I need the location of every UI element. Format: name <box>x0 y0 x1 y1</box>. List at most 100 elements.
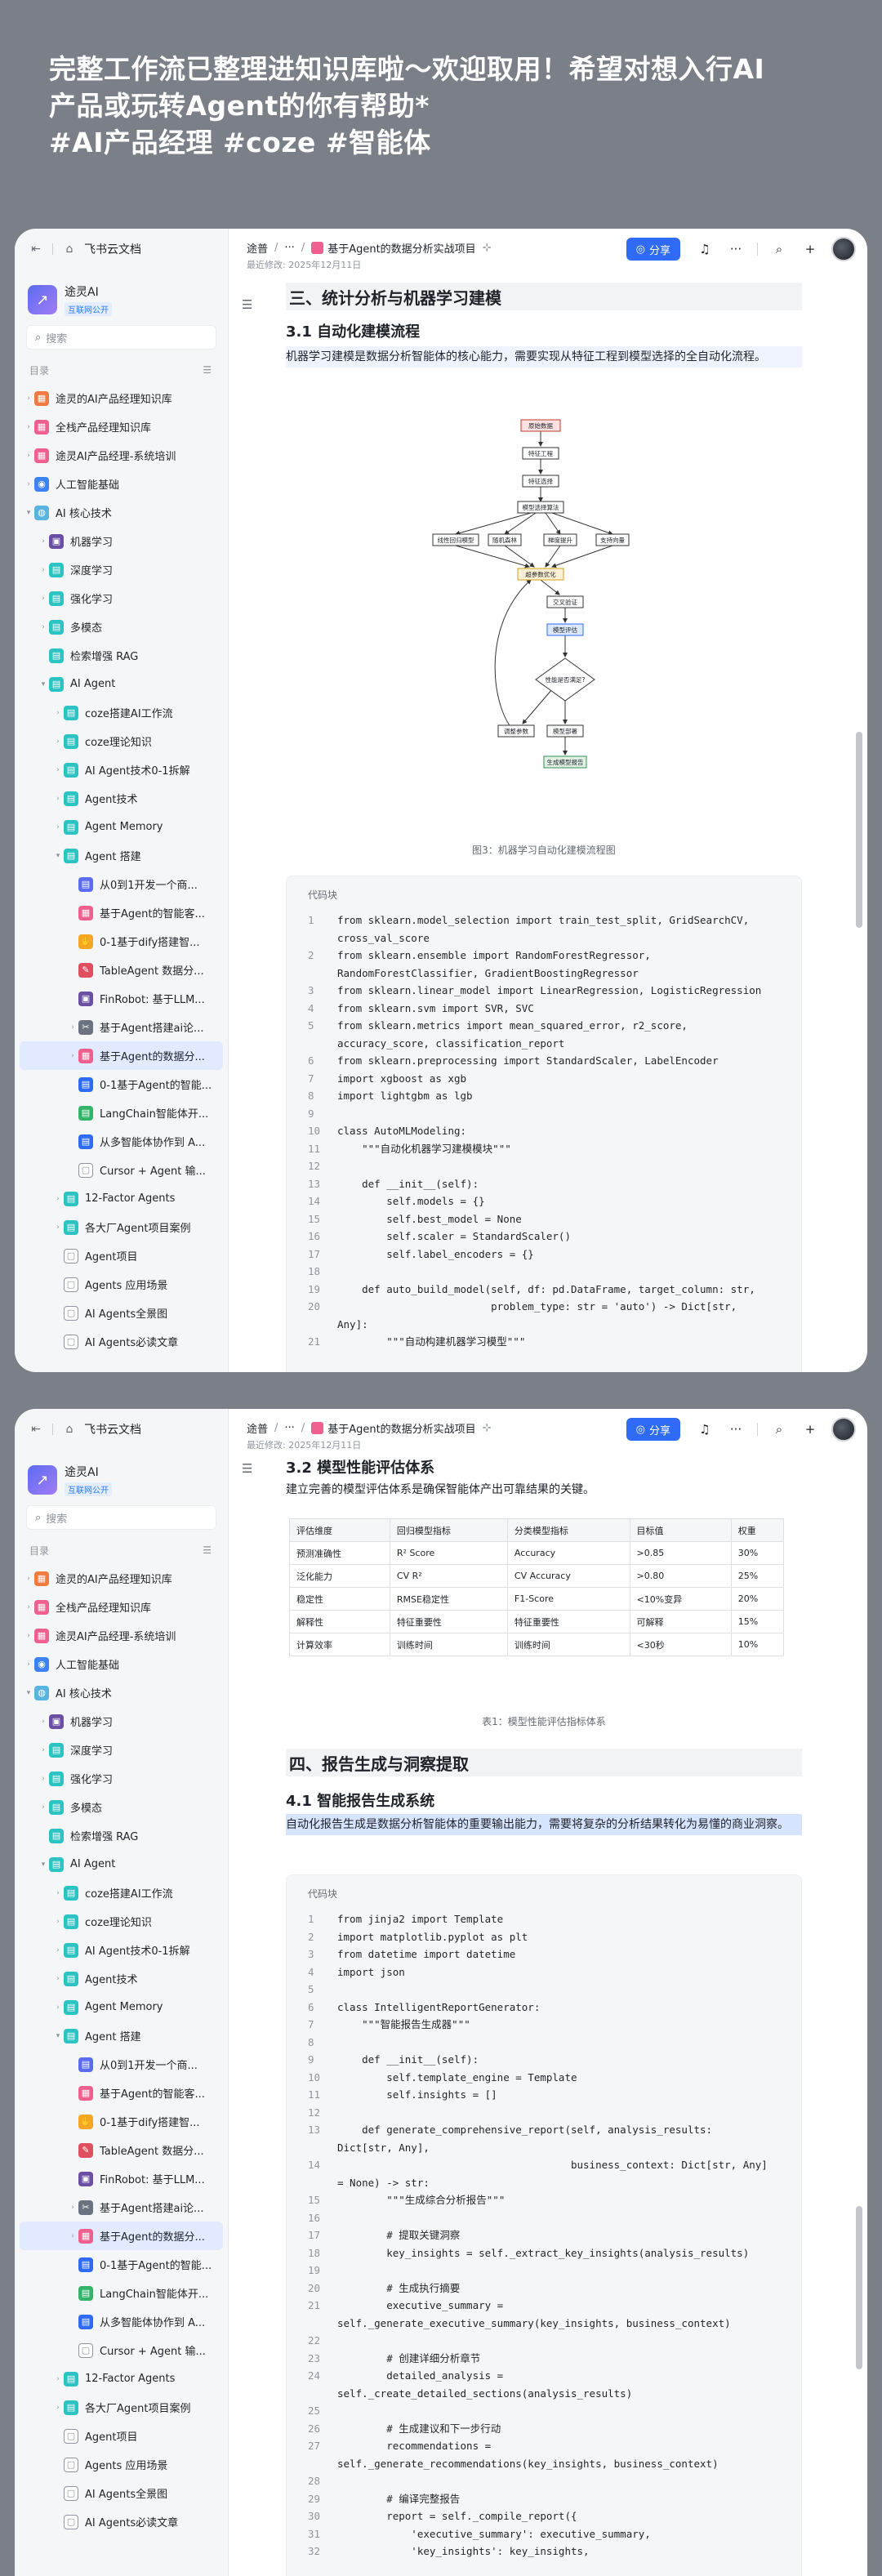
sidebar-item[interactable]: › ▤ 12-Factor Agents <box>15 1184 228 1213</box>
chevron-right-icon[interactable]: › <box>38 537 49 546</box>
share-button[interactable]: ◎ 分享 <box>626 238 680 261</box>
sidebar-item[interactable]: ▢ AI Agents全景图 <box>15 2479 228 2507</box>
scrollbar[interactable] <box>856 2206 862 2369</box>
chevron-right-icon[interactable]: › <box>23 452 34 460</box>
toc-menu-icon[interactable]: ☰ <box>203 1544 212 1556</box>
home-icon[interactable]: ⌂ <box>61 1423 78 1436</box>
home-icon[interactable]: ⌂ <box>61 243 78 256</box>
sidebar-item[interactable]: ▤ 0-1基于Agent的智能... <box>15 1070 228 1099</box>
sidebar-item[interactable]: › ▤ 深度学习 <box>15 555 228 584</box>
outline-icon[interactable]: ☰ <box>242 297 252 312</box>
search-doc-icon[interactable]: ⌕ <box>769 242 789 256</box>
chevron-right-icon[interactable]: › <box>38 595 49 603</box>
crumb-root[interactable]: 途普 <box>247 1420 268 1436</box>
chevron-right-icon[interactable]: › <box>67 2204 78 2212</box>
sidebar-item[interactable]: ▣ FinRobot: 基于LLM... <box>15 2164 228 2193</box>
sidebar-item[interactable]: ✎ TableAgent 数据分... <box>15 956 228 984</box>
sidebar-item[interactable]: ✋ 0-1基于dify搭建智... <box>15 927 228 956</box>
sidebar-item[interactable]: ▾ ▤ AI Agent <box>15 670 228 698</box>
sidebar-item[interactable]: › ▤ coze搭建AI工作流 <box>15 1879 228 1907</box>
sidebar-item[interactable]: › ▤ coze理论知识 <box>15 727 228 755</box>
sidebar-item[interactable]: ▤ 检索增强 RAG <box>15 1821 228 1850</box>
scrollbar[interactable] <box>856 732 862 928</box>
sidebar-search-input[interactable]: ⌕ 搜索 <box>26 325 216 350</box>
collapse-sidebar-icon[interactable]: ⇤ <box>28 243 44 256</box>
sidebar-item[interactable]: › ▦ 途灵AI产品经理-系统培训 <box>15 441 228 470</box>
sidebar-item[interactable]: › ◉ 人工智能基础 <box>15 470 228 498</box>
sidebar-item[interactable]: › ▦ 途灵的AI产品经理知识库 <box>15 1564 228 1593</box>
sidebar-item[interactable]: › ▦ 全栈产品经理知识库 <box>15 412 228 441</box>
chevron-right-icon[interactable]: › <box>52 1195 64 1203</box>
add-icon[interactable]: + <box>800 242 820 256</box>
sidebar-item[interactable]: ▢ AI Agents必读文章 <box>15 1327 228 1356</box>
chevron-right-icon[interactable]: › <box>23 394 34 403</box>
outline-icon[interactable]: ☰ <box>242 1461 252 1476</box>
chevron-right-icon[interactable]: › <box>52 823 64 831</box>
sidebar-item[interactable]: ▦ 基于Agent的智能客... <box>15 898 228 927</box>
sidebar-item[interactable]: › ▤ 多模态 <box>15 1793 228 1821</box>
collapse-sidebar-icon[interactable]: ⇤ <box>28 1423 44 1436</box>
chevron-right-icon[interactable]: › <box>52 2003 64 2012</box>
chevron-right-icon[interactable]: › <box>23 1603 34 1611</box>
more-icon[interactable]: ··· <box>726 1422 746 1437</box>
share-button[interactable]: ◎ 分享 <box>626 1418 680 1441</box>
pin-icon[interactable]: ⊹ <box>483 1422 492 1434</box>
sidebar-item[interactable]: › ◉ 人工智能基础 <box>15 1650 228 1678</box>
search-doc-icon[interactable]: ⌕ <box>769 1422 789 1437</box>
sidebar-item[interactable]: ▤ 从多智能体协作到 A... <box>15 1127 228 1156</box>
sidebar-item[interactable]: ▾ ▤ Agent 搭建 <box>15 2021 228 2050</box>
chevron-right-icon[interactable]: › <box>23 1660 34 1669</box>
sidebar-search-input[interactable]: ⌕ 搜索 <box>26 1505 216 1530</box>
sidebar-item[interactable]: ▾ ▤ AI Agent <box>15 1850 228 1879</box>
add-icon[interactable]: + <box>800 1422 820 1437</box>
sidebar-item[interactable]: ▣ FinRobot: 基于LLM... <box>15 984 228 1013</box>
sidebar-item[interactable]: › ▦ 途灵的AI产品经理知识库 <box>15 384 228 412</box>
more-icon[interactable]: ··· <box>726 242 746 256</box>
sidebar-item[interactable]: › ▦ 基于Agent的数据分... <box>20 2222 223 2250</box>
sidebar-item[interactable]: › ▤ Agent技术 <box>15 1964 228 1993</box>
sidebar-item[interactable]: ▾ ◍ AI 核心技术 <box>15 498 228 527</box>
sidebar-item[interactable]: › ▤ 深度学习 <box>15 1736 228 1764</box>
crumb-ellipsis[interactable]: ··· <box>284 242 294 254</box>
chevron-right-icon[interactable]: › <box>23 1632 34 1640</box>
bell-icon[interactable]: ♫ <box>695 1422 715 1437</box>
chevron-right-icon[interactable]: › <box>52 2404 64 2412</box>
chevron-right-icon[interactable]: › <box>23 423 34 431</box>
chevron-right-icon[interactable]: › <box>38 1803 49 1812</box>
chevron-down-icon[interactable]: ▾ <box>23 509 34 517</box>
chevron-down-icon[interactable]: ▾ <box>52 2032 64 2040</box>
crumb-ellipsis[interactable]: ··· <box>284 1422 294 1434</box>
pin-icon[interactable]: ⊹ <box>483 242 492 254</box>
sidebar-item[interactable]: ▢ AI Agents必读文章 <box>15 2507 228 2536</box>
sidebar-item[interactable]: ▤ 0-1基于Agent的智能... <box>15 2250 228 2279</box>
space-info[interactable]: ↗ 途灵AI 互联网公开 <box>15 270 228 320</box>
sidebar-item[interactable]: › ✂ 基于Agent搭建ai论... <box>15 2193 228 2222</box>
chevron-right-icon[interactable]: › <box>38 566 49 574</box>
toc-menu-icon[interactable]: ☰ <box>203 364 212 376</box>
chevron-right-icon[interactable]: › <box>67 1052 78 1060</box>
sidebar-item[interactable]: › ▤ 各大厂Agent项目案例 <box>15 1213 228 1241</box>
sidebar-item[interactable]: › ▦ 途灵AI产品经理-系统培训 <box>15 1621 228 1650</box>
sidebar-item[interactable]: › ▤ AI Agent技术0-1拆解 <box>15 755 228 784</box>
sidebar-item[interactable]: ▤ LangChain智能体开... <box>15 2279 228 2307</box>
chevron-right-icon[interactable]: › <box>38 1775 49 1783</box>
sidebar-item[interactable]: ▤ 从0到1开发一个商... <box>15 870 228 898</box>
chevron-right-icon[interactable]: › <box>67 2232 78 2240</box>
sidebar-item[interactable]: › ▣ 机器学习 <box>15 527 228 555</box>
chevron-down-icon[interactable]: ▾ <box>38 1861 49 1869</box>
avatar[interactable] <box>831 1417 856 1442</box>
sidebar-item[interactable]: › ▤ AI Agent技术0-1拆解 <box>15 1936 228 1964</box>
chevron-right-icon[interactable]: › <box>67 1023 78 1032</box>
chevron-right-icon[interactable]: › <box>52 766 64 774</box>
chevron-right-icon[interactable]: › <box>52 1889 64 1897</box>
chevron-right-icon[interactable]: › <box>52 738 64 746</box>
sidebar-item[interactable]: ✋ 0-1基于dify搭建智... <box>15 2107 228 2136</box>
chevron-right-icon[interactable]: › <box>52 2375 64 2383</box>
chevron-down-icon[interactable]: ▾ <box>23 1689 34 1697</box>
sidebar-item[interactable]: ▤ 从0到1开发一个商... <box>15 2050 228 2079</box>
chevron-right-icon[interactable]: › <box>38 1718 49 1726</box>
crumb-root[interactable]: 途普 <box>247 240 268 256</box>
chevron-right-icon[interactable]: › <box>52 1918 64 1926</box>
sidebar-item[interactable]: ▤ 从多智能体协作到 A... <box>15 2307 228 2336</box>
sidebar-item[interactable]: ▤ LangChain智能体开... <box>15 1099 228 1127</box>
